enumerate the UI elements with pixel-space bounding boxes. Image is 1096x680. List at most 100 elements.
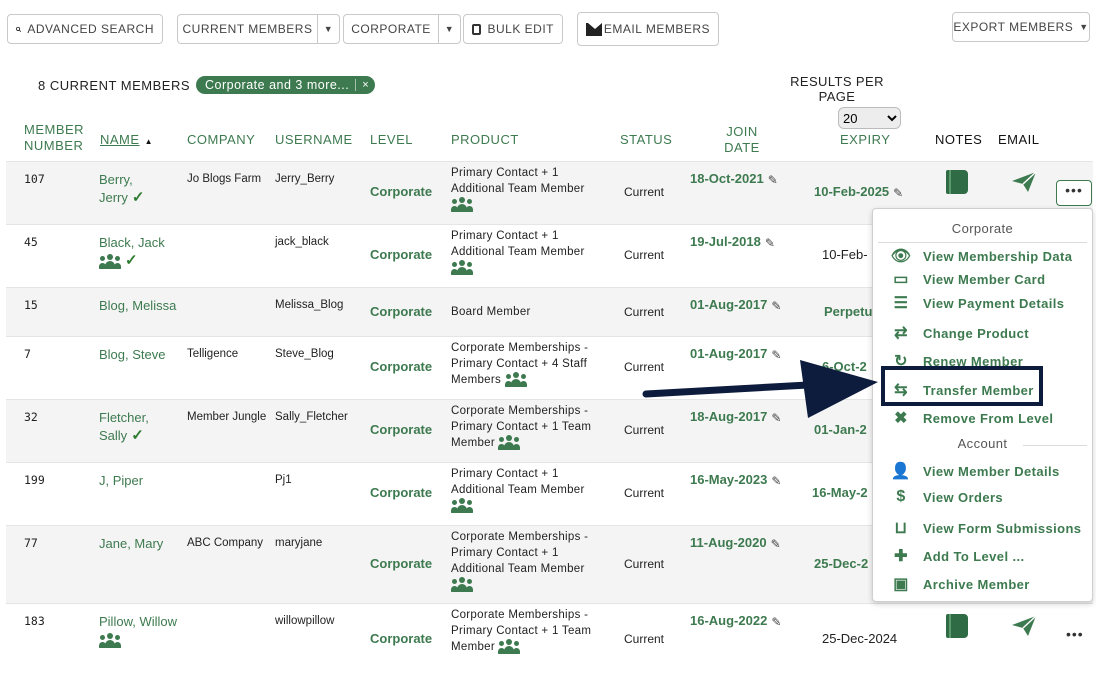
menu-item-add-to-level[interactable]: ✚ Add To Level ... xyxy=(890,545,1084,567)
join-date-label: 11-Aug-2020 xyxy=(690,535,767,550)
member-name[interactable]: Pillow, Willow xyxy=(99,613,179,649)
col-username[interactable]: USERNAME xyxy=(275,132,353,148)
menu-item-view-member-card[interactable]: ▭ View Member Card xyxy=(890,268,1084,290)
bulk-edit-button[interactable]: BULK EDIT xyxy=(463,14,563,44)
join-date[interactable]: 18-Oct-2021 ✎ xyxy=(690,171,780,187)
filter-pill[interactable]: Corporate and 3 more... × xyxy=(196,76,376,94)
menu-item-view-membership-data[interactable]: 👁 View Membership Data xyxy=(890,245,1084,267)
results-per-page-label: RESULTS PER PAGE xyxy=(790,74,884,104)
expiry-date[interactable]: 25-Dec-2024 xyxy=(822,631,897,647)
join-date-label: 18-Oct-2021 xyxy=(690,171,764,186)
expiry-date[interactable]: 10-Feb- xyxy=(822,247,868,263)
member-level[interactable]: Corporate xyxy=(370,556,432,572)
member-product: Corporate Memberships - Primary Contact … xyxy=(451,607,611,655)
expiry-date[interactable]: 10-Feb-2025 ✎ xyxy=(814,184,905,200)
menu-item-view-form-submissions[interactable]: ⊔ View Form Submissions xyxy=(890,517,1084,539)
member-count-label: 8 CURRENT MEMBERS xyxy=(38,77,191,93)
col-level[interactable]: LEVEL xyxy=(370,132,413,148)
team-icon xyxy=(451,576,473,592)
col-email: EMAIL xyxy=(998,132,1040,147)
current-members-dropdown[interactable]: CURRENT MEMBERS ▼ xyxy=(177,14,340,44)
member-username: jack_black xyxy=(275,236,329,248)
member-company: Member Jungle xyxy=(187,411,267,423)
menu-item-remove-from-level[interactable]: ✖ Remove From Level xyxy=(890,407,1084,429)
col-status[interactable]: STATUS xyxy=(620,132,672,148)
member-name[interactable]: Berry, Jerry ✓ xyxy=(99,171,179,207)
send-email-icon[interactable] xyxy=(1010,170,1038,194)
current-members-caret[interactable]: ▼ xyxy=(318,14,340,44)
notes-book-icon[interactable] xyxy=(946,170,968,194)
corporate-button[interactable]: CORPORATE xyxy=(343,14,439,44)
member-product: Primary Contact + 1 Additional Team Memb… xyxy=(451,165,611,213)
join-date[interactable]: 16-Aug-2022 ✎ xyxy=(690,613,783,629)
expiry-date[interactable]: 16-May-2 xyxy=(812,485,868,501)
member-level[interactable]: Corporate xyxy=(370,422,432,438)
join-date[interactable]: 19-Jul-2018 ✎ xyxy=(690,234,777,250)
member-level[interactable]: Corporate xyxy=(370,359,432,375)
member-level[interactable]: Corporate xyxy=(370,485,432,501)
menu-item-label: View Form Submissions xyxy=(923,520,1082,536)
notes-book-icon[interactable] xyxy=(946,614,968,638)
pencil-icon[interactable]: ✎ xyxy=(765,235,777,250)
corporate-caret[interactable]: ▼ xyxy=(439,14,461,44)
member-level[interactable]: Corporate xyxy=(370,247,432,263)
menu-item-label: Add To Level ... xyxy=(923,548,1025,564)
col-company[interactable]: COMPANY xyxy=(187,132,255,148)
caret-down-icon: ▼ xyxy=(1079,22,1089,32)
menu-item-archive-member[interactable]: ▣ Archive Member xyxy=(890,573,1084,595)
pencil-icon[interactable]: ✎ xyxy=(771,536,783,551)
current-members-button[interactable]: CURRENT MEMBERS xyxy=(177,14,318,44)
corporate-dropdown[interactable]: CORPORATE ▼ xyxy=(343,14,461,44)
expiry-date-label: 16-May-2 xyxy=(812,485,868,500)
expiry-date[interactable]: 25-Dec-2 xyxy=(814,556,868,572)
send-email-icon[interactable] xyxy=(1010,614,1038,638)
col-join-date[interactable]: JOIN DATE xyxy=(718,124,766,156)
col-expiry[interactable]: EXPIRY xyxy=(840,132,890,148)
member-name[interactable]: Black, Jack ✓ xyxy=(99,234,179,270)
join-date[interactable]: 01-Aug-2017 ✎ xyxy=(690,297,783,313)
expiry-date[interactable]: Perpetu xyxy=(824,304,872,320)
row-actions-button[interactable]: ••• xyxy=(1056,180,1092,206)
member-name[interactable]: J, Piper xyxy=(99,472,179,490)
member-level[interactable]: Corporate xyxy=(370,631,432,647)
pencil-icon[interactable]: ✎ xyxy=(768,172,780,187)
menu-item-view-payment-details[interactable]: ☰ View Payment Details xyxy=(890,292,1084,314)
join-date[interactable]: 11-Aug-2020 ✎ xyxy=(690,535,783,551)
member-number: 15 xyxy=(24,298,38,312)
table-row[interactable]: 183 Pillow, Willow willowpillow Corporat… xyxy=(6,603,1093,680)
member-company: ABC Company xyxy=(187,537,264,549)
col-product[interactable]: PRODUCT xyxy=(451,132,519,148)
col-member-number[interactable]: MEMBER NUMBER xyxy=(24,122,94,154)
row-actions-button[interactable]: ••• xyxy=(1066,626,1084,642)
export-members-button[interactable]: EXPORT MEMBERS ▼ xyxy=(952,12,1090,42)
results-per-page: RESULTS PER PAGE 20 xyxy=(772,74,902,129)
member-level[interactable]: Corporate xyxy=(370,184,432,200)
filter-pill-label: Corporate and 3 more... xyxy=(205,78,350,92)
member-name-label: Pillow, Willow xyxy=(99,614,178,629)
menu-item-view-orders[interactable]: $ View Orders xyxy=(890,486,1084,508)
member-name[interactable]: Blog, Steve xyxy=(99,346,179,364)
member-number: 45 xyxy=(24,235,38,249)
advanced-search-button[interactable]: ADVANCED SEARCH xyxy=(7,14,163,44)
member-name[interactable]: Blog, Melissa xyxy=(99,297,179,315)
expiry-date[interactable]: 01-Jan-2 xyxy=(814,422,867,438)
menu-item-view-member-details[interactable]: 👤 View Member Details xyxy=(890,460,1084,482)
filter-clear-icon[interactable]: × xyxy=(355,79,375,91)
member-name[interactable]: Fletcher, Sally ✓ xyxy=(99,409,179,445)
member-product-label: Primary Contact + 1 Additional Team Memb… xyxy=(451,230,585,258)
pencil-icon[interactable]: ✎ xyxy=(771,298,783,313)
pencil-icon[interactable]: ✎ xyxy=(771,473,783,488)
member-name-label: Black, Jack xyxy=(99,235,165,250)
menu-item-change-product[interactable]: ⇄ Change Product xyxy=(890,322,1084,344)
join-date[interactable]: 16-May-2023 ✎ xyxy=(690,472,783,488)
advanced-search-label: ADVANCED SEARCH xyxy=(27,22,154,36)
close-icon: ✖ xyxy=(894,410,908,427)
col-name[interactable]: NAME ▲ xyxy=(100,132,153,150)
member-level[interactable]: Corporate xyxy=(370,304,432,320)
pencil-icon[interactable]: ✎ xyxy=(893,185,905,200)
pencil-icon[interactable]: ✎ xyxy=(771,614,783,629)
caret-down-icon: ▼ xyxy=(323,24,334,34)
email-members-button[interactable]: EMAIL MEMBERS xyxy=(577,12,719,46)
member-name[interactable]: Jane, Mary xyxy=(99,535,179,553)
checkbox-icon xyxy=(472,23,482,35)
